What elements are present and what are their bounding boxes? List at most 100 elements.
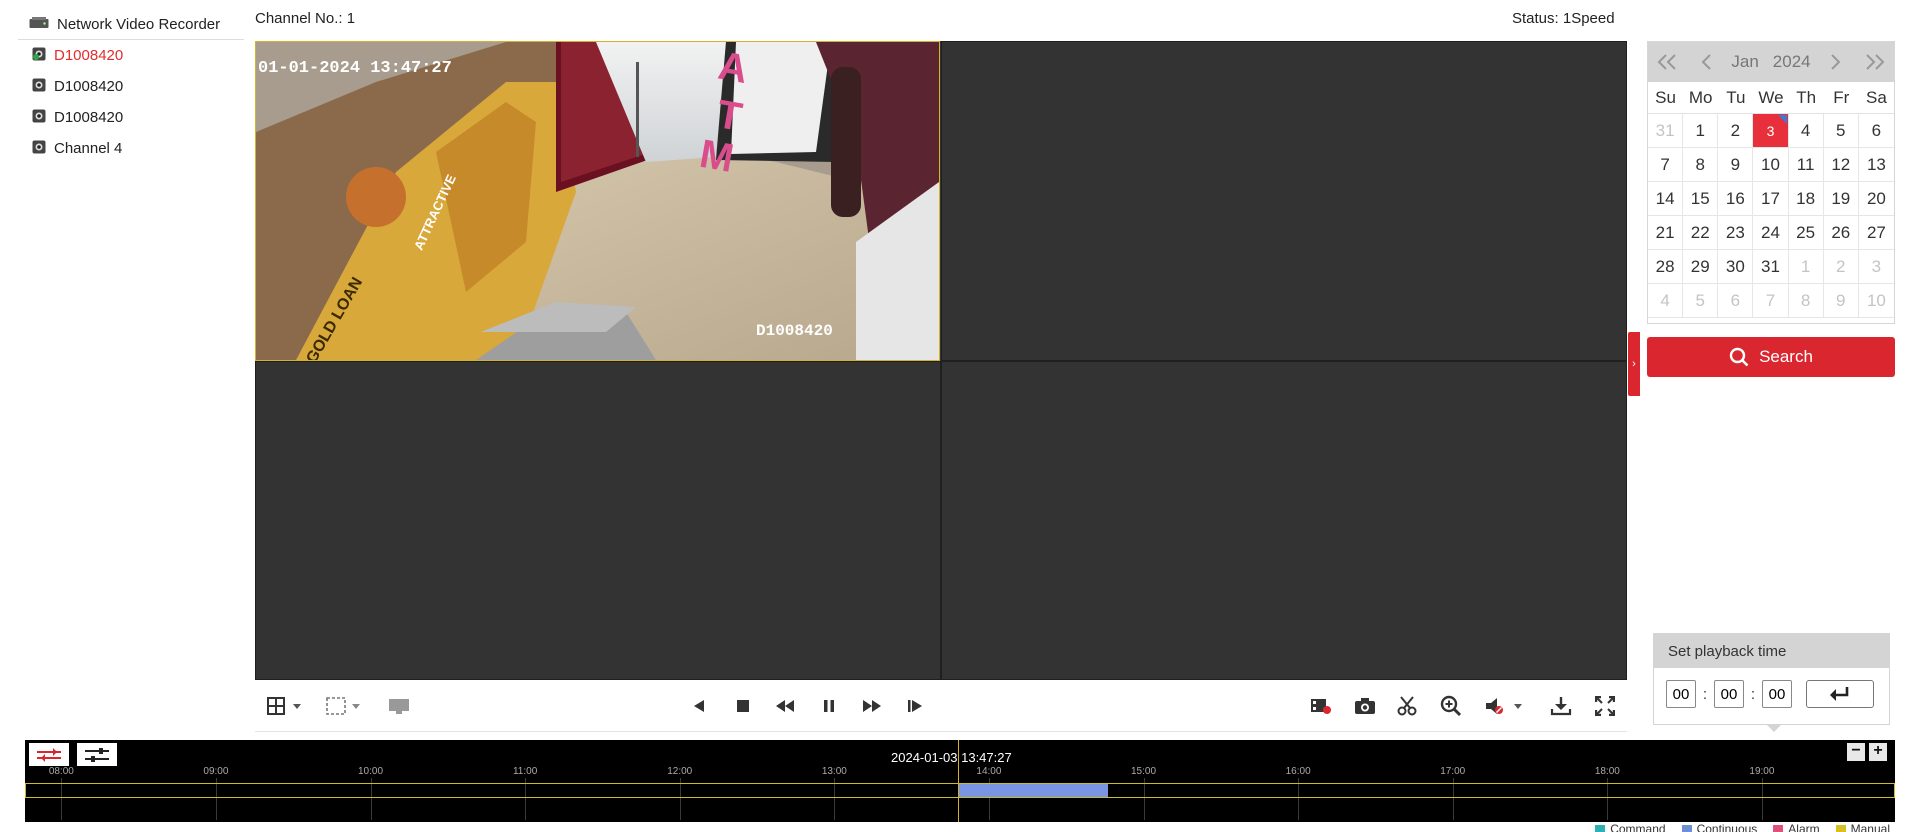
calendar-header: Jan 2024 <box>1648 42 1894 82</box>
stream-type-button[interactable] <box>324 692 368 720</box>
video-window-2[interactable] <box>941 41 1627 361</box>
timeline-filter-button[interactable] <box>29 743 69 766</box>
calendar-day[interactable]: 16 <box>1718 182 1754 216</box>
timeline-settings-button[interactable] <box>77 743 117 766</box>
calendar-day[interactable]: 3 <box>1858 250 1894 284</box>
reverse-play-icon[interactable] <box>687 692 711 720</box>
tree-root[interactable]: Network Video Recorder <box>18 10 244 40</box>
fullscreen-icon[interactable] <box>1591 692 1619 720</box>
timeline-hour-label: 15:00 <box>1131 766 1157 777</box>
calendar-day[interactable]: 4 <box>1788 114 1824 148</box>
clip-recording-icon[interactable] <box>1307 692 1335 720</box>
slow-down-icon[interactable] <box>773 692 797 720</box>
stop-icon[interactable] <box>731 692 755 720</box>
calendar-day[interactable]: 31 <box>1753 250 1789 284</box>
hour-input[interactable] <box>1666 680 1696 708</box>
video-window-3[interactable] <box>255 361 941 680</box>
calendar-day[interactable]: 15 <box>1683 182 1719 216</box>
legend-label: Alarm <box>1788 822 1820 832</box>
calendar-day[interactable]: 24 <box>1753 216 1789 250</box>
legend-item: Command <box>1595 822 1666 832</box>
pause-icon[interactable] <box>817 692 841 720</box>
timeline-bar[interactable]: 08:00 09:00 10:00 11:00 12:00 13:00 14:00 15:00… <box>25 740 1895 822</box>
clipping-icon[interactable] <box>1394 692 1422 720</box>
calendar-month[interactable]: Jan <box>1731 52 1758 72</box>
calendar-day[interactable]: 2 <box>1718 114 1754 148</box>
calendar-day[interactable]: 1 <box>1683 114 1719 148</box>
minute-input[interactable] <box>1714 680 1744 708</box>
calendar-day[interactable]: 9 <box>1823 284 1859 318</box>
calendar-day[interactable]: 5 <box>1683 284 1719 318</box>
calendar-day[interactable]: 8 <box>1683 148 1719 182</box>
calendar-day[interactable]: 7 <box>1753 284 1789 318</box>
capture-icon[interactable] <box>1351 692 1379 720</box>
playback-time-title: Set playback time <box>1654 634 1889 668</box>
channel-item[interactable]: Channel 4 <box>18 133 244 164</box>
calendar-day[interactable]: 11 <box>1788 148 1824 182</box>
next-month-button[interactable] <box>1823 47 1849 77</box>
channel-item[interactable]: D1008420 <box>18 40 244 71</box>
calendar-day[interactable]: 18 <box>1788 182 1824 216</box>
calendar-day[interactable]: 25 <box>1788 216 1824 250</box>
calendar-day[interactable]: 2 <box>1823 250 1859 284</box>
osd-timestamp: 01-01-2024 13:47:27 <box>258 59 452 78</box>
calendar-day[interactable]: 19 <box>1823 182 1859 216</box>
download-icon[interactable] <box>1547 692 1575 720</box>
channel-item[interactable]: D1008420 <box>18 71 244 102</box>
time-separator: : <box>1750 685 1756 703</box>
calendar-day[interactable]: 10 <box>1858 284 1894 318</box>
video-window-4[interactable] <box>941 361 1627 680</box>
timeline-hour-label: 13:00 <box>821 766 847 777</box>
calendar-day[interactable]: 6 <box>1718 284 1754 318</box>
prev-year-button[interactable] <box>1654 47 1680 77</box>
calendar-day[interactable]: 1 <box>1788 250 1824 284</box>
calendar-day[interactable]: 26 <box>1823 216 1859 250</box>
prev-month-button[interactable] <box>1693 47 1719 77</box>
speed-up-icon[interactable] <box>860 692 884 720</box>
calendar-day[interactable]: 22 <box>1683 216 1719 250</box>
video-window-1[interactable]: A T M ATTRACTIVE GOLD LOAN 01-01-2024 13… <box>255 41 940 361</box>
calendar-day[interactable]: 31 <box>1648 114 1684 148</box>
calendar-day[interactable]: 10 <box>1753 148 1789 182</box>
calendar-day[interactable]: 6 <box>1858 114 1894 148</box>
weekday-label: Su <box>1648 82 1684 114</box>
calendar-day[interactable]: 27 <box>1858 216 1894 250</box>
calendar-day[interactable]: 14 <box>1648 182 1684 216</box>
legend-label: Manual <box>1850 822 1890 832</box>
calendar-day[interactable]: 23 <box>1718 216 1754 250</box>
frame-step-icon[interactable] <box>903 692 927 720</box>
timeline-hour-label: 11:00 <box>512 766 538 777</box>
calendar-day[interactable]: 5 <box>1823 114 1859 148</box>
calendar-day[interactable]: 12 <box>1823 148 1859 182</box>
calendar-day-selected[interactable]: 3 <box>1753 114 1789 148</box>
calendar-year[interactable]: 2024 <box>1773 52 1811 72</box>
next-year-button[interactable] <box>1862 47 1888 77</box>
calendar-day[interactable]: 29 <box>1683 250 1719 284</box>
timeline-hour-label: 09:00 <box>203 766 229 777</box>
calendar-day[interactable]: 21 <box>1648 216 1684 250</box>
calendar-day[interactable]: 7 <box>1648 148 1684 182</box>
digital-zoom-icon[interactable] <box>1437 692 1465 720</box>
zoom-in-button[interactable]: + <box>1869 743 1887 761</box>
window-layout-button[interactable] <box>265 692 309 720</box>
channel-item[interactable]: D1008420 <box>18 102 244 133</box>
recording-segment[interactable] <box>958 784 1108 797</box>
calendar-day[interactable]: 17 <box>1753 182 1789 216</box>
go-to-time-button[interactable] <box>1806 680 1874 708</box>
calendar-day[interactable]: 20 <box>1858 182 1894 216</box>
second-input[interactable] <box>1762 680 1792 708</box>
calendar-day[interactable]: 9 <box>1718 148 1754 182</box>
record-type-legend: Command Continuous Alarm Manual <box>1595 822 1890 832</box>
video-grid[interactable]: A T M ATTRACTIVE GOLD LOAN 01-01-2024 13… <box>255 41 1627 680</box>
zoom-out-button[interactable]: − <box>1847 743 1865 761</box>
digital-zoom-window-icon[interactable] <box>385 692 413 720</box>
calendar-day[interactable]: 13 <box>1858 148 1894 182</box>
audio-mute-icon[interactable] <box>1483 692 1527 720</box>
collapse-panel-handle[interactable]: › <box>1628 332 1640 396</box>
calendar-day[interactable]: 4 <box>1648 284 1684 318</box>
calendar-day[interactable]: 8 <box>1788 284 1824 318</box>
calendar-day[interactable]: 28 <box>1648 250 1684 284</box>
timeline-hour-label: 18:00 <box>1594 766 1620 777</box>
calendar-day[interactable]: 30 <box>1718 250 1754 284</box>
search-button[interactable]: Search <box>1647 337 1895 377</box>
